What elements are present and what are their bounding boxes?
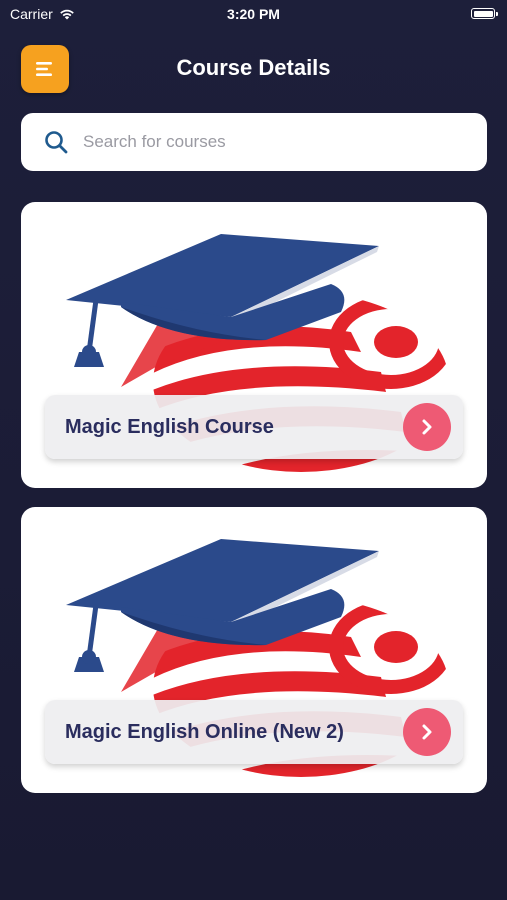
clock: 3:20 PM — [227, 6, 280, 22]
open-course-button[interactable] — [403, 403, 451, 451]
course-title: Magic English Course — [65, 415, 274, 438]
search-input[interactable] — [81, 131, 445, 153]
course-label-bar: Magic English Course — [45, 395, 463, 459]
course-label-bar: Magic English Online (New 2) — [45, 700, 463, 764]
page-title: Course Details — [176, 55, 331, 80]
search-icon — [45, 131, 68, 154]
chevron-right-icon — [422, 419, 432, 435]
status-bar: Carrier 3:20 PM — [0, 0, 507, 30]
course-title: Magic English Online (New 2) — [65, 720, 344, 743]
course-card[interactable]: Magic English Course — [21, 202, 487, 488]
search-bar[interactable] — [21, 113, 487, 171]
open-course-button[interactable] — [403, 708, 451, 756]
battery-icon — [471, 8, 498, 19]
chevron-right-icon — [422, 724, 432, 740]
course-card[interactable]: Magic English Online (New 2) — [21, 507, 487, 793]
